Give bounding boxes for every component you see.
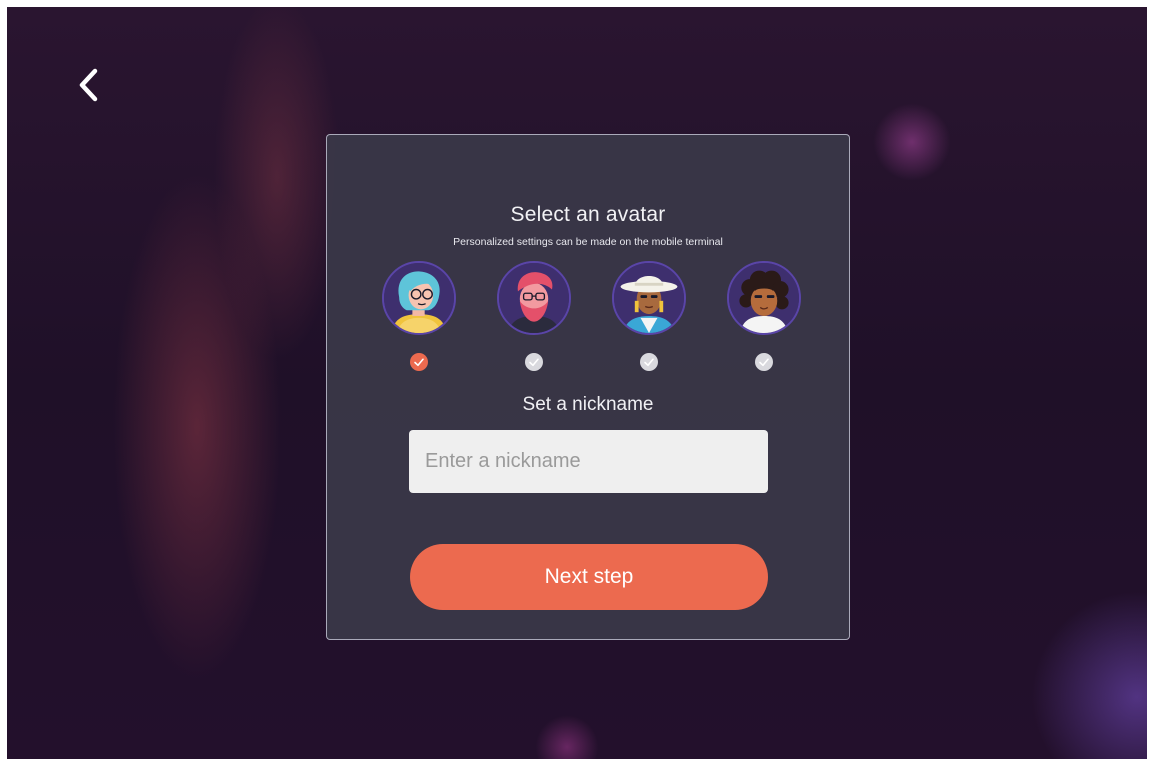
avatar-option-1[interactable] (380, 261, 460, 373)
avatar-pink-hair-beard (497, 261, 571, 335)
avatar-option-2[interactable] (495, 261, 575, 373)
card-subtitle: Personalized settings can be made on the… (453, 236, 723, 248)
avatar-2-check[interactable] (525, 353, 543, 371)
chevron-left-icon (79, 68, 98, 102)
nickname-label: Set a nickname (522, 394, 654, 415)
screen: Select an avatar Personalized settings c… (7, 7, 1147, 759)
avatar-4-check[interactable] (755, 353, 773, 371)
avatar-white-hat (612, 261, 686, 335)
avatar-white-hat-image (614, 263, 684, 333)
checkmark-icon (414, 358, 424, 367)
avatar-setup-card: Select an avatar Personalized settings c… (326, 134, 850, 640)
avatar-curly-hair-image (729, 263, 799, 333)
avatar-picker (327, 261, 849, 371)
next-step-button[interactable]: Next step (410, 544, 768, 610)
checkmark-icon (644, 358, 654, 367)
avatar-pink-hair-beard-image (499, 263, 569, 333)
card-title: Select an avatar (510, 203, 666, 226)
avatar-curly-hair (727, 261, 801, 335)
avatar-blue-hair-glasses-image (384, 263, 454, 333)
back-button[interactable] (71, 63, 107, 107)
nickname-input[interactable] (409, 430, 768, 493)
avatar-1-check[interactable] (410, 353, 428, 371)
avatar-option-3[interactable] (610, 261, 690, 373)
checkmark-icon (759, 358, 769, 367)
avatar-3-check[interactable] (640, 353, 658, 371)
avatar-option-4[interactable] (725, 261, 805, 373)
checkmark-icon (529, 358, 539, 367)
avatar-blue-hair-glasses (382, 261, 456, 335)
